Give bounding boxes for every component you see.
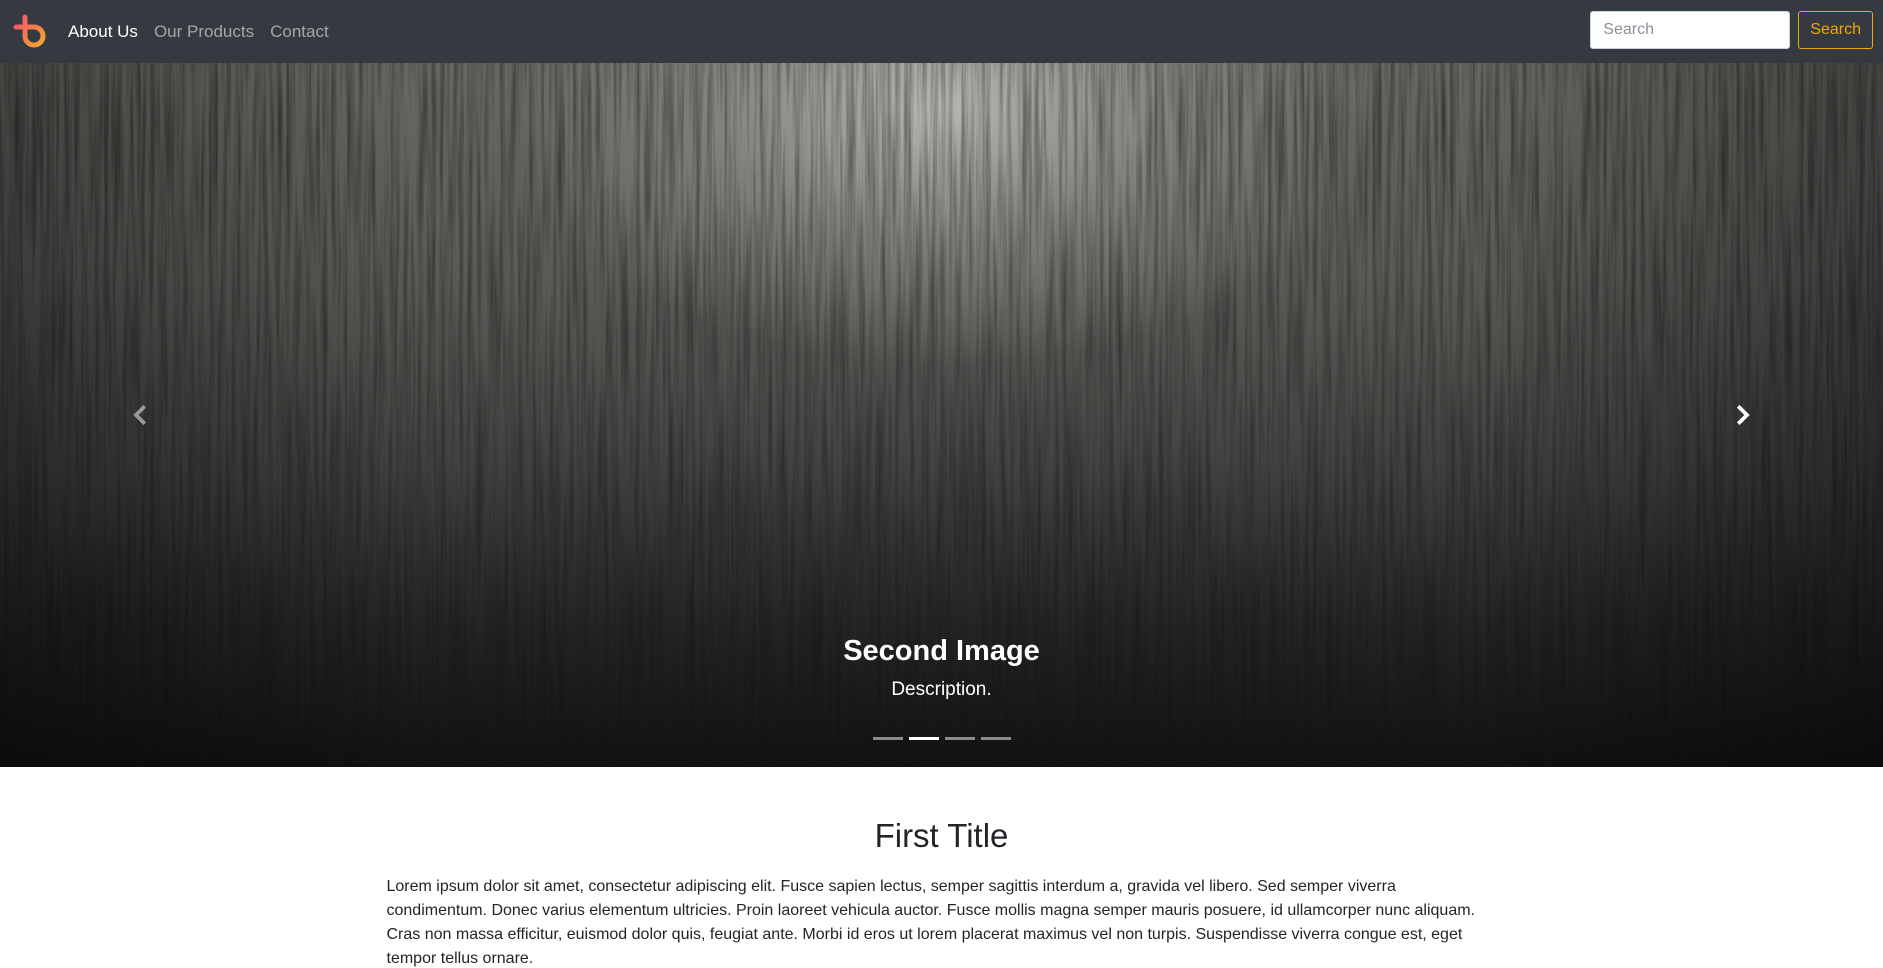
chevron-left-icon (133, 405, 147, 425)
carousel-indicators (0, 737, 1883, 740)
nav-link-contact[interactable]: Contact (270, 16, 329, 48)
image-carousel: Second Image Description. (0, 63, 1883, 767)
chevron-right-icon (1736, 405, 1750, 425)
search-input[interactable] (1590, 11, 1791, 49)
carousel-indicator-1[interactable] (872, 737, 903, 740)
section-title: First Title (874, 817, 1009, 854)
nav-link-our-products[interactable]: Our Products (154, 16, 254, 48)
search-form: Search (1590, 11, 1873, 49)
carousel-indicator-4[interactable] (980, 737, 1011, 740)
brand-logo[interactable] (10, 10, 54, 54)
slide-title: Second Image (843, 635, 1040, 667)
logo-icon (13, 14, 46, 47)
section-paragraph: Lorem ipsum dolor sit amet, consectetur … (386, 878, 1476, 967)
slide-caption: Second Image Description. (0, 634, 1883, 701)
carousel-indicator-2[interactable] (908, 737, 939, 740)
slide-description: Description. (891, 678, 992, 700)
nav-link-about-us[interactable]: About Us (68, 16, 138, 48)
search-button[interactable]: Search (1798, 11, 1873, 49)
carousel-indicator-3[interactable] (944, 737, 975, 740)
main-content: First Title Lorem ipsum dolor sit amet, … (0, 767, 1883, 968)
nav-links: About Us Our Products Contact (68, 16, 345, 48)
top-navbar: About Us Our Products Contact Search (0, 0, 1883, 63)
